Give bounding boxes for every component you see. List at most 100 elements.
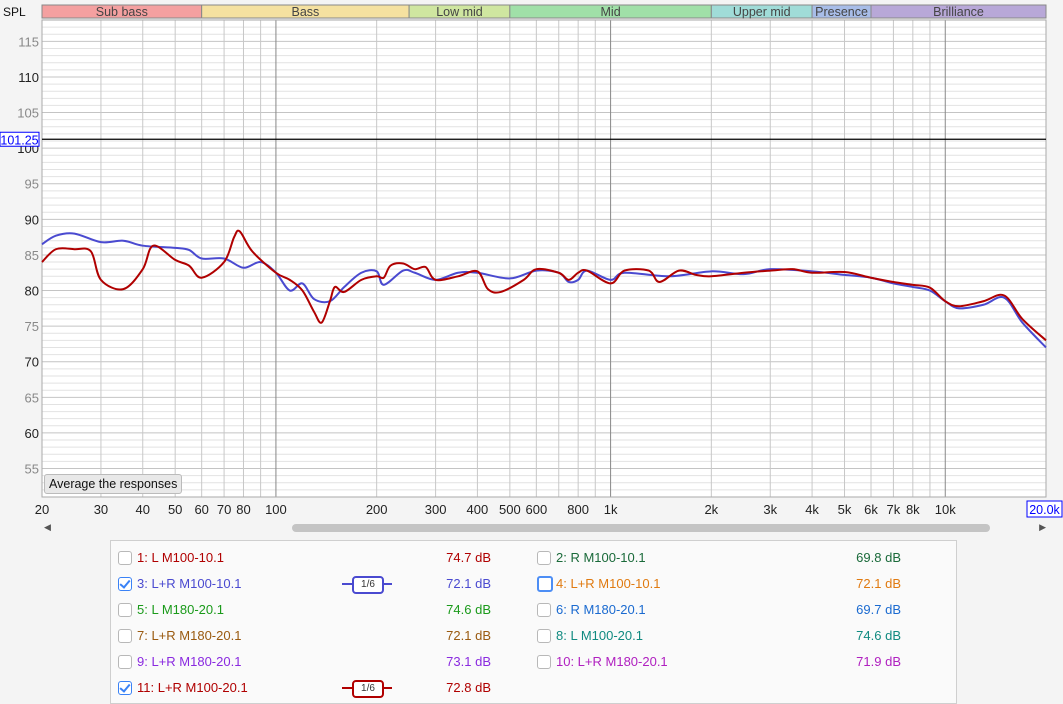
- smoothing-indicator[interactable]: 1/6: [342, 576, 392, 594]
- y-tick-label: 115: [18, 34, 39, 49]
- legend-row[interactable]: 5: L M180-20.1 74.6 dB: [118, 600, 518, 620]
- y-tick-label: 110: [18, 70, 39, 85]
- measurement-name[interactable]: 5: L M180-20.1: [137, 600, 224, 620]
- legend-row[interactable]: 11: L+R M100-20.1 1/6 72.8 dB: [118, 678, 518, 698]
- show-checkbox[interactable]: [537, 576, 553, 592]
- band-sub-bass: Sub bass: [41, 4, 203, 19]
- cursor-x-value: 20.0k: [1029, 503, 1060, 517]
- measurement-name[interactable]: 6: R M180-20.1: [556, 600, 646, 620]
- x-tick-label: 50: [168, 502, 182, 517]
- x-tick-label: 600: [525, 502, 547, 517]
- legend-row[interactable]: 10: L+R M180-20.1 71.9 dB: [537, 652, 937, 672]
- band-label: Brilliance: [933, 5, 984, 19]
- y-axis-label: SPL: [3, 5, 26, 19]
- band-bass: Bass: [201, 4, 410, 19]
- measurement-name[interactable]: 4: L+R M100-10.1: [556, 574, 660, 594]
- show-checkbox[interactable]: [118, 603, 132, 617]
- horizontal-scrollbar[interactable]: ◀ ▶: [42, 521, 1048, 535]
- scroll-left-icon[interactable]: ◀: [44, 522, 51, 533]
- measurement-name[interactable]: 3: L+R M100-10.1: [137, 574, 241, 594]
- measurement-legend: 1: L M100-10.1 74.7 dB 3: L+R M100-10.1 1/6…: [110, 540, 957, 704]
- y-tick-label: 65: [25, 390, 39, 405]
- x-tick-label: 400: [467, 502, 489, 517]
- x-tick-label: 500: [499, 502, 521, 517]
- band-label: Presence: [815, 5, 868, 19]
- legend-row[interactable]: 1: L M100-10.1 74.7 dB: [118, 548, 518, 568]
- x-tick-label: 800: [567, 502, 589, 517]
- smoothing-indicator[interactable]: 1/6: [342, 680, 392, 698]
- legend-row[interactable]: 6: R M180-20.1 69.7 dB: [537, 600, 937, 620]
- legend-row[interactable]: 2: R M100-10.1 69.8 dB: [537, 548, 937, 568]
- measurement-level: 72.8 dB: [446, 680, 491, 695]
- x-tick-label: 6k: [864, 502, 878, 517]
- show-checkbox[interactable]: [537, 551, 551, 565]
- show-checkbox[interactable]: [537, 603, 551, 617]
- y-tick-label: 75: [25, 319, 39, 334]
- scroll-right-icon[interactable]: ▶: [1039, 522, 1046, 533]
- band-upper-mid: Upper mid: [710, 4, 813, 19]
- y-tick-label: 90: [25, 212, 39, 227]
- x-tick-label: 60: [194, 502, 208, 517]
- measurement-level: 74.7 dB: [446, 550, 491, 565]
- smoothing-value: 1/6: [352, 680, 384, 698]
- x-tick-label: 20: [35, 502, 49, 517]
- x-tick-label: 5k: [838, 502, 852, 517]
- legend-row[interactable]: 3: L+R M100-10.1 1/6 72.1 dB: [118, 574, 518, 594]
- measurement-name[interactable]: 11: L+R M100-20.1: [137, 678, 248, 698]
- measurement-name[interactable]: 10: L+R M180-20.1: [556, 652, 668, 672]
- y-tick-label: 60: [25, 426, 39, 441]
- show-checkbox[interactable]: [118, 681, 132, 695]
- x-tick-label: 40: [136, 502, 150, 517]
- x-tick-label: 100: [265, 502, 287, 517]
- band-label: Low mid: [436, 5, 483, 19]
- x-tick-label: 80: [236, 502, 250, 517]
- legend-row[interactable]: 9: L+R M180-20.1 73.1 dB: [118, 652, 518, 672]
- measurement-level: 74.6 dB: [446, 602, 491, 617]
- measurement-level: 69.8 dB: [856, 550, 901, 565]
- measurement-level: 74.6 dB: [856, 628, 901, 643]
- y-tick-label: 55: [25, 462, 39, 477]
- band-label: Sub bass: [96, 5, 148, 19]
- x-tick-label: 70: [217, 502, 231, 517]
- y-tick-label: 80: [25, 284, 39, 299]
- measurement-name[interactable]: 9: L+R M180-20.1: [137, 652, 241, 672]
- show-checkbox[interactable]: [118, 551, 132, 565]
- x-tick-label: 8k: [906, 502, 920, 517]
- band-label: Mid: [601, 5, 621, 19]
- show-checkbox[interactable]: [118, 655, 132, 669]
- legend-row[interactable]: 4: L+R M100-10.1 72.1 dB: [537, 574, 937, 594]
- show-checkbox[interactable]: [118, 577, 132, 591]
- band-brilliance: Brilliance: [870, 4, 1047, 19]
- x-tick-label: 4k: [805, 502, 819, 517]
- show-checkbox[interactable]: [537, 629, 551, 643]
- measurement-level: 72.1 dB: [446, 576, 491, 591]
- y-tick-label: 105: [17, 106, 39, 121]
- y-tick-label: 70: [25, 355, 39, 370]
- band-mid: Mid: [509, 4, 712, 19]
- x-tick-label: 200: [366, 502, 388, 517]
- band-presence: Presence: [811, 4, 872, 19]
- x-tick-label: 7k: [887, 502, 901, 517]
- average-responses-button[interactable]: Average the responses: [44, 474, 183, 494]
- measurement-level: 71.9 dB: [856, 654, 901, 669]
- measurement-name[interactable]: 7: L+R M180-20.1: [137, 626, 241, 646]
- x-tick-label: 2k: [704, 502, 718, 517]
- x-tick-label: 3k: [763, 502, 777, 517]
- measurement-name[interactable]: 1: L M100-10.1: [137, 548, 224, 568]
- measurement-level: 72.1 dB: [446, 628, 491, 643]
- legend-row[interactable]: 7: L+R M180-20.1 72.1 dB: [118, 626, 518, 646]
- band-label: Upper mid: [733, 5, 791, 19]
- x-tick-label: 300: [425, 502, 447, 517]
- cursor-y-value: 101.25: [0, 133, 38, 147]
- measurement-level: 69.7 dB: [856, 602, 901, 617]
- scrollbar-thumb[interactable]: [292, 524, 990, 532]
- spl-chart[interactable]: Sub bass Bass Low mid Mid Upper mid Presence B…: [0, 0, 1063, 520]
- legend-row[interactable]: 8: L M100-20.1 74.6 dB: [537, 626, 937, 646]
- measurement-name[interactable]: 8: L M100-20.1: [556, 626, 643, 646]
- x-tick-label: 1k: [604, 502, 618, 517]
- x-tick-label: 30: [94, 502, 108, 517]
- show-checkbox[interactable]: [118, 629, 132, 643]
- band-label: Bass: [291, 5, 319, 19]
- measurement-name[interactable]: 2: R M100-10.1: [556, 548, 646, 568]
- show-checkbox[interactable]: [537, 655, 551, 669]
